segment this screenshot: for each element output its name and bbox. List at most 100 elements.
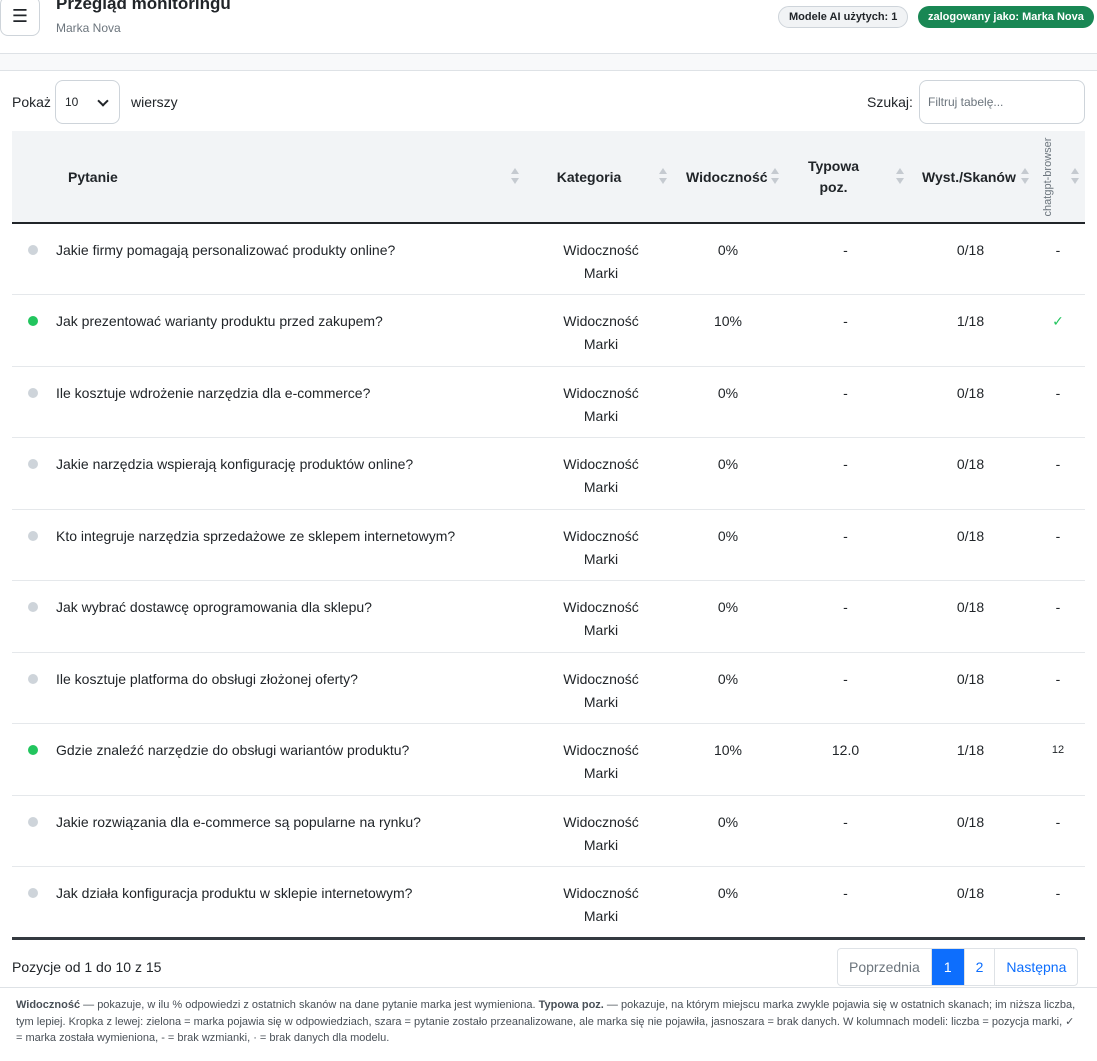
model-cell: - xyxy=(1055,242,1061,258)
category-line: Marki xyxy=(583,765,619,781)
table-search-input[interactable] xyxy=(919,80,1085,124)
typical-position-cell: - xyxy=(843,527,848,544)
page-1-button[interactable]: 1 xyxy=(931,949,965,985)
next-page-button[interactable]: Następna xyxy=(995,949,1077,985)
category-column-header[interactable]: Kategoria xyxy=(527,131,675,224)
question-cell: Kto integruje narzędzia sprzedażowe ze s… xyxy=(56,527,456,544)
question-column-header[interactable]: Pytanie xyxy=(56,131,527,224)
column-label: chatgpt-browser xyxy=(1042,137,1054,216)
visibility-cell: 10% xyxy=(713,742,743,758)
table-header-row: Pytanie Kategoria Widoczność Typowa poz. xyxy=(12,131,1085,224)
footnote-term: Typowa poz. xyxy=(538,999,604,1011)
question-cell: Jak działa konfiguracja produktu w sklep… xyxy=(56,885,413,901)
visibility-cell: 0% xyxy=(717,384,739,401)
search-label: Szukaj: xyxy=(867,94,913,110)
mentions-cell: 1/18 xyxy=(956,313,985,329)
status-dot xyxy=(28,816,38,827)
typical-position-cell: - xyxy=(843,599,848,615)
table-row[interactable]: Ile kosztuje platforma do obsługi złożon… xyxy=(12,652,1085,724)
mentions-cell: 0/18 xyxy=(956,384,985,401)
pagination-info: Pozycje od 1 do 10 z 15 xyxy=(12,959,162,975)
table-row[interactable]: Jak wybrać dostawcę oprogramowania dla s… xyxy=(12,581,1085,653)
question-cell: Jakie rozwiązania dla e-commerce są popu… xyxy=(56,813,421,830)
column-label: Widoczność xyxy=(686,168,768,185)
table-row[interactable]: Gdzie znaleźć narzędzie do obsługi waria… xyxy=(12,724,1085,795)
status-column-header xyxy=(12,131,56,224)
category-cell: Widoczność Marki xyxy=(527,509,675,581)
mentions-cell: 0/18 xyxy=(956,599,985,615)
visibility-cell: 0% xyxy=(717,670,739,687)
legend-footnote: Widoczność — pokazuje, w ilu % odpowiedz… xyxy=(0,987,1097,1061)
visibility-column-header[interactable]: Widoczność xyxy=(675,131,781,224)
status-dot xyxy=(28,459,38,469)
table-row[interactable]: Jak prezentować warianty produktu przed … xyxy=(12,295,1085,367)
table-row[interactable]: Ile kosztuje wdrożenie narzędzia dla e-c… xyxy=(12,366,1085,438)
sort-icon xyxy=(1021,168,1029,186)
chevron-down-icon xyxy=(97,95,109,107)
model-cell: - xyxy=(1055,670,1061,687)
model-column-header[interactable]: chatgpt-browser xyxy=(1031,131,1085,224)
model-cell: - xyxy=(1055,885,1061,901)
category-cell: Widoczność Marki xyxy=(527,867,675,939)
table-row[interactable]: Jakie firmy pomagają personalizować prod… xyxy=(12,223,1085,295)
footnote-term: Widoczność xyxy=(16,999,81,1011)
table-row[interactable]: Kto integruje narzędzia sprzedażowe ze s… xyxy=(12,509,1085,581)
model-cell: - xyxy=(1055,527,1061,544)
category-line: Widoczność xyxy=(563,599,639,615)
category-cell: Widoczność Marki xyxy=(527,295,675,367)
menu-toggle-button[interactable]: ☰ xyxy=(0,0,40,36)
page-length-select[interactable]: 10 xyxy=(55,80,120,124)
column-label: Wyst./Skanów xyxy=(922,168,1016,185)
visibility-cell: 0% xyxy=(717,885,739,901)
typical-position-column-header[interactable]: Typowa poz. xyxy=(781,131,910,224)
hamburger-icon: ☰ xyxy=(11,5,29,26)
question-cell: Jak prezentować warianty produktu przed … xyxy=(56,313,383,329)
sort-icon xyxy=(1071,168,1079,186)
column-label: Pytanie xyxy=(68,168,118,185)
typical-position-cell: - xyxy=(843,670,848,687)
sort-icon xyxy=(659,168,667,186)
previous-page-button[interactable]: Poprzednia xyxy=(838,949,932,985)
mentions-cell: 0/18 xyxy=(956,813,985,830)
category-line: Widoczność xyxy=(563,742,639,758)
monitoring-table-card: Pokaż 10 wierszy Szukaj: Pytanie Ka xyxy=(0,70,1097,1061)
status-dot xyxy=(28,530,38,541)
visibility-cell: 0% xyxy=(717,242,739,258)
category-line: Widoczność xyxy=(563,384,639,401)
rows-label: wierszy xyxy=(131,94,178,110)
model-cell: - xyxy=(1055,599,1061,615)
question-cell: Ile kosztuje wdrożenie narzędzia dla e-c… xyxy=(56,384,371,401)
status-dot xyxy=(28,387,38,398)
sort-icon xyxy=(511,168,519,186)
status-dot xyxy=(28,245,38,255)
page-length-value: 10 xyxy=(65,95,79,109)
visibility-cell: 0% xyxy=(717,599,739,615)
sort-icon xyxy=(896,168,904,186)
category-line: Widoczność xyxy=(563,313,639,329)
category-line: Marki xyxy=(583,550,619,567)
category-line: Marki xyxy=(583,479,619,495)
table-row[interactable]: Jak działa konfiguracja produktu w sklep… xyxy=(12,867,1085,939)
model-cell: 12 xyxy=(1051,744,1065,756)
category-cell: Widoczność Marki xyxy=(527,795,675,867)
pagination: Poprzednia 1 2 Następna xyxy=(837,948,1079,986)
category-line: Widoczność xyxy=(563,813,639,830)
mentions-cell: 0/18 xyxy=(956,242,985,258)
category-line: Widoczność xyxy=(563,456,639,472)
typical-position-cell: - xyxy=(843,384,848,401)
category-line: Marki xyxy=(583,336,619,352)
question-cell: Ile kosztuje platforma do obsługi złożon… xyxy=(56,670,358,687)
show-entries-label: Pokaż xyxy=(12,94,51,110)
column-label: poz. xyxy=(819,178,848,195)
status-dot xyxy=(28,673,38,684)
page-2-button[interactable]: 2 xyxy=(965,949,996,985)
mentions-column-header[interactable]: Wyst./Skanów xyxy=(910,131,1031,224)
category-cell: Widoczność Marki xyxy=(527,581,675,653)
top-bar: ☰ Przegląd monitoringu Marka Nova Modele… xyxy=(0,0,1097,54)
table-row[interactable]: Jakie rozwiązania dla e-commerce są popu… xyxy=(12,795,1085,867)
category-line: Widoczność xyxy=(563,885,639,901)
typical-position-cell: - xyxy=(843,885,848,901)
table-row[interactable]: Jakie narzędzia wspierają konfigurację p… xyxy=(12,438,1085,509)
category-line: Widoczność xyxy=(563,670,639,687)
model-cell: - xyxy=(1055,456,1061,472)
